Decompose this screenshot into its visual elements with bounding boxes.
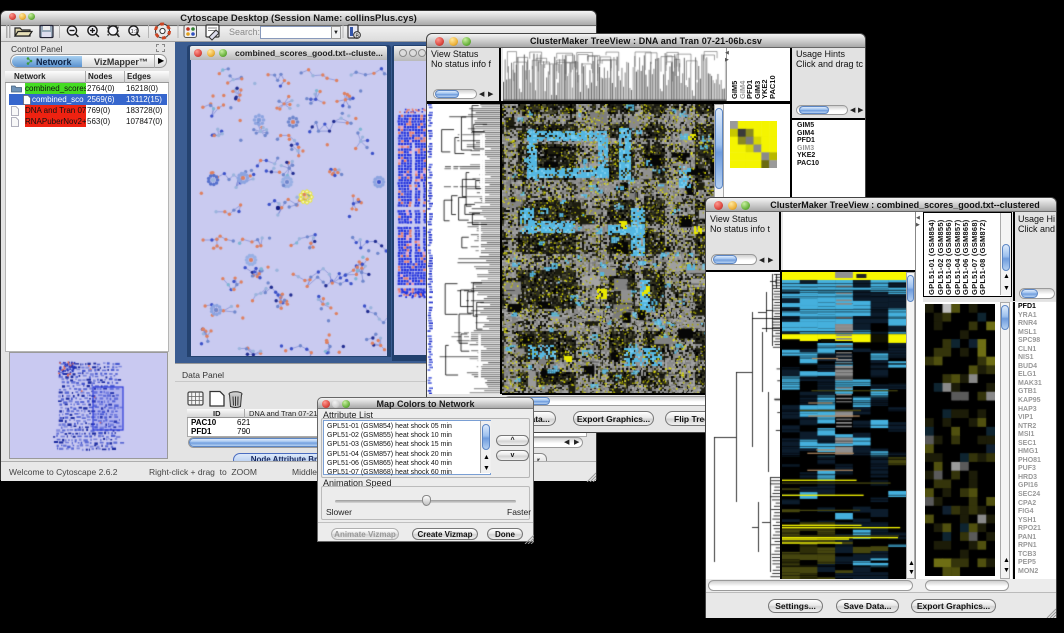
svg-text:1:1: 1:1 bbox=[131, 29, 138, 35]
